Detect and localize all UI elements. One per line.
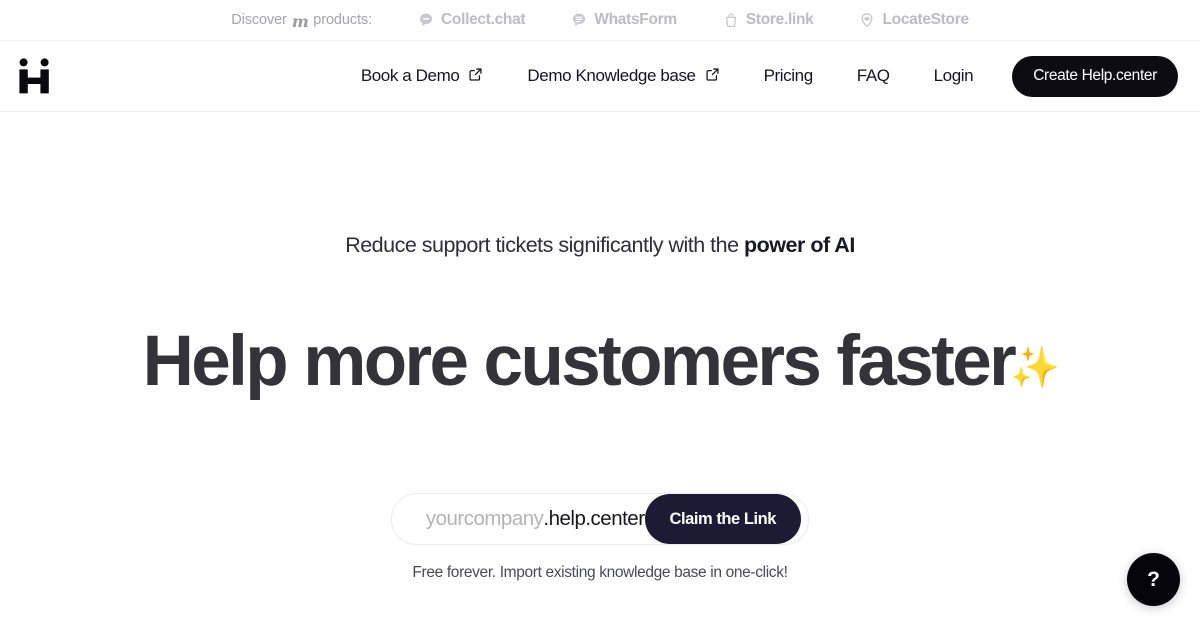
hero-headline-text: Help more customers faster	[142, 322, 1017, 402]
product-link-collect-chat[interactable]: Collect.chat	[418, 11, 526, 29]
map-pin-icon	[859, 12, 875, 28]
discover-products-label: Discover m products:	[231, 11, 373, 31]
hero-eyebrow-plain: Reduce support tickets significantly wit…	[345, 233, 745, 257]
product-link-locatestore[interactable]: LocateStore	[859, 11, 969, 29]
subdomain-input[interactable]: yourcompany .help.center	[392, 507, 645, 531]
hero-section: Reduce support tickets significantly wit…	[0, 112, 1200, 623]
subdomain-input-placeholder: yourcompany	[425, 507, 544, 531]
shopping-bag-icon	[723, 12, 739, 28]
product-link-store-link[interactable]: Store.link	[723, 11, 814, 29]
nav-link-label: Login	[933, 66, 974, 85]
sparkles-emoji-icon: ✨	[1010, 346, 1060, 391]
nav-link-label: Book a Demo	[360, 66, 460, 85]
discover-prefix-text: Discover	[231, 12, 287, 28]
nav-link-label: Demo Knowledge base	[527, 66, 696, 85]
external-link-icon	[468, 67, 483, 87]
hero-subnote: Free forever. Import existing knowledge …	[412, 564, 788, 582]
hero-eyebrow-bold: power of AI	[744, 233, 855, 257]
product-link-whatsform[interactable]: WhatsForm	[571, 11, 677, 29]
external-link-icon	[705, 67, 720, 87]
claim-link-form: yourcompany .help.center Claim the Link	[391, 493, 809, 546]
hero-headline: Help more customers faster ✨	[142, 322, 1060, 402]
product-link-label: Store.link	[745, 11, 814, 28]
main-navigation-bar: Book a Demo Demo Knowledge base Pricing …	[0, 41, 1200, 112]
discover-suffix-text: products:	[313, 12, 373, 28]
form-bubble-icon	[571, 12, 587, 28]
product-family-bar: Discover m products: Collect.chat WhatsF…	[0, 0, 1200, 41]
nav-link-book-a-demo[interactable]: Book a Demo	[361, 66, 506, 86]
nav-link-login[interactable]: Login	[912, 66, 996, 86]
nav-link-pricing[interactable]: Pricing	[742, 66, 835, 86]
nav-links-group: Book a Demo Demo Knowledge base Pricing …	[361, 55, 1178, 97]
product-link-label: LocateStore	[882, 11, 969, 28]
h-umlaut-logo-icon	[19, 58, 49, 94]
nav-link-demo-knowledge-base[interactable]: Demo Knowledge base	[505, 66, 741, 86]
maker-brand-mark: m	[291, 11, 309, 31]
product-link-label: Collect.chat	[441, 11, 526, 28]
product-link-label: WhatsForm	[594, 11, 677, 28]
site-logo[interactable]	[18, 54, 62, 98]
help-widget-button[interactable]: ?	[1127, 553, 1180, 606]
claim-the-link-button[interactable]: Claim the Link	[644, 494, 801, 545]
chat-bubble-icon	[418, 12, 434, 28]
nav-link-faq[interactable]: FAQ	[835, 66, 912, 86]
hero-eyebrow: Reduce support tickets significantly wit…	[345, 233, 855, 257]
create-help-center-button[interactable]: Create Help.center	[1012, 55, 1178, 97]
nav-link-label: Pricing	[763, 66, 814, 85]
nav-link-label: FAQ	[856, 66, 890, 85]
hero-headline-wrap: Help more customers faster ✨	[142, 277, 1060, 449]
product-family-bar-inner: Discover m products: Collect.chat WhatsF…	[231, 11, 969, 31]
subdomain-suffix-label: .help.center	[543, 507, 645, 531]
